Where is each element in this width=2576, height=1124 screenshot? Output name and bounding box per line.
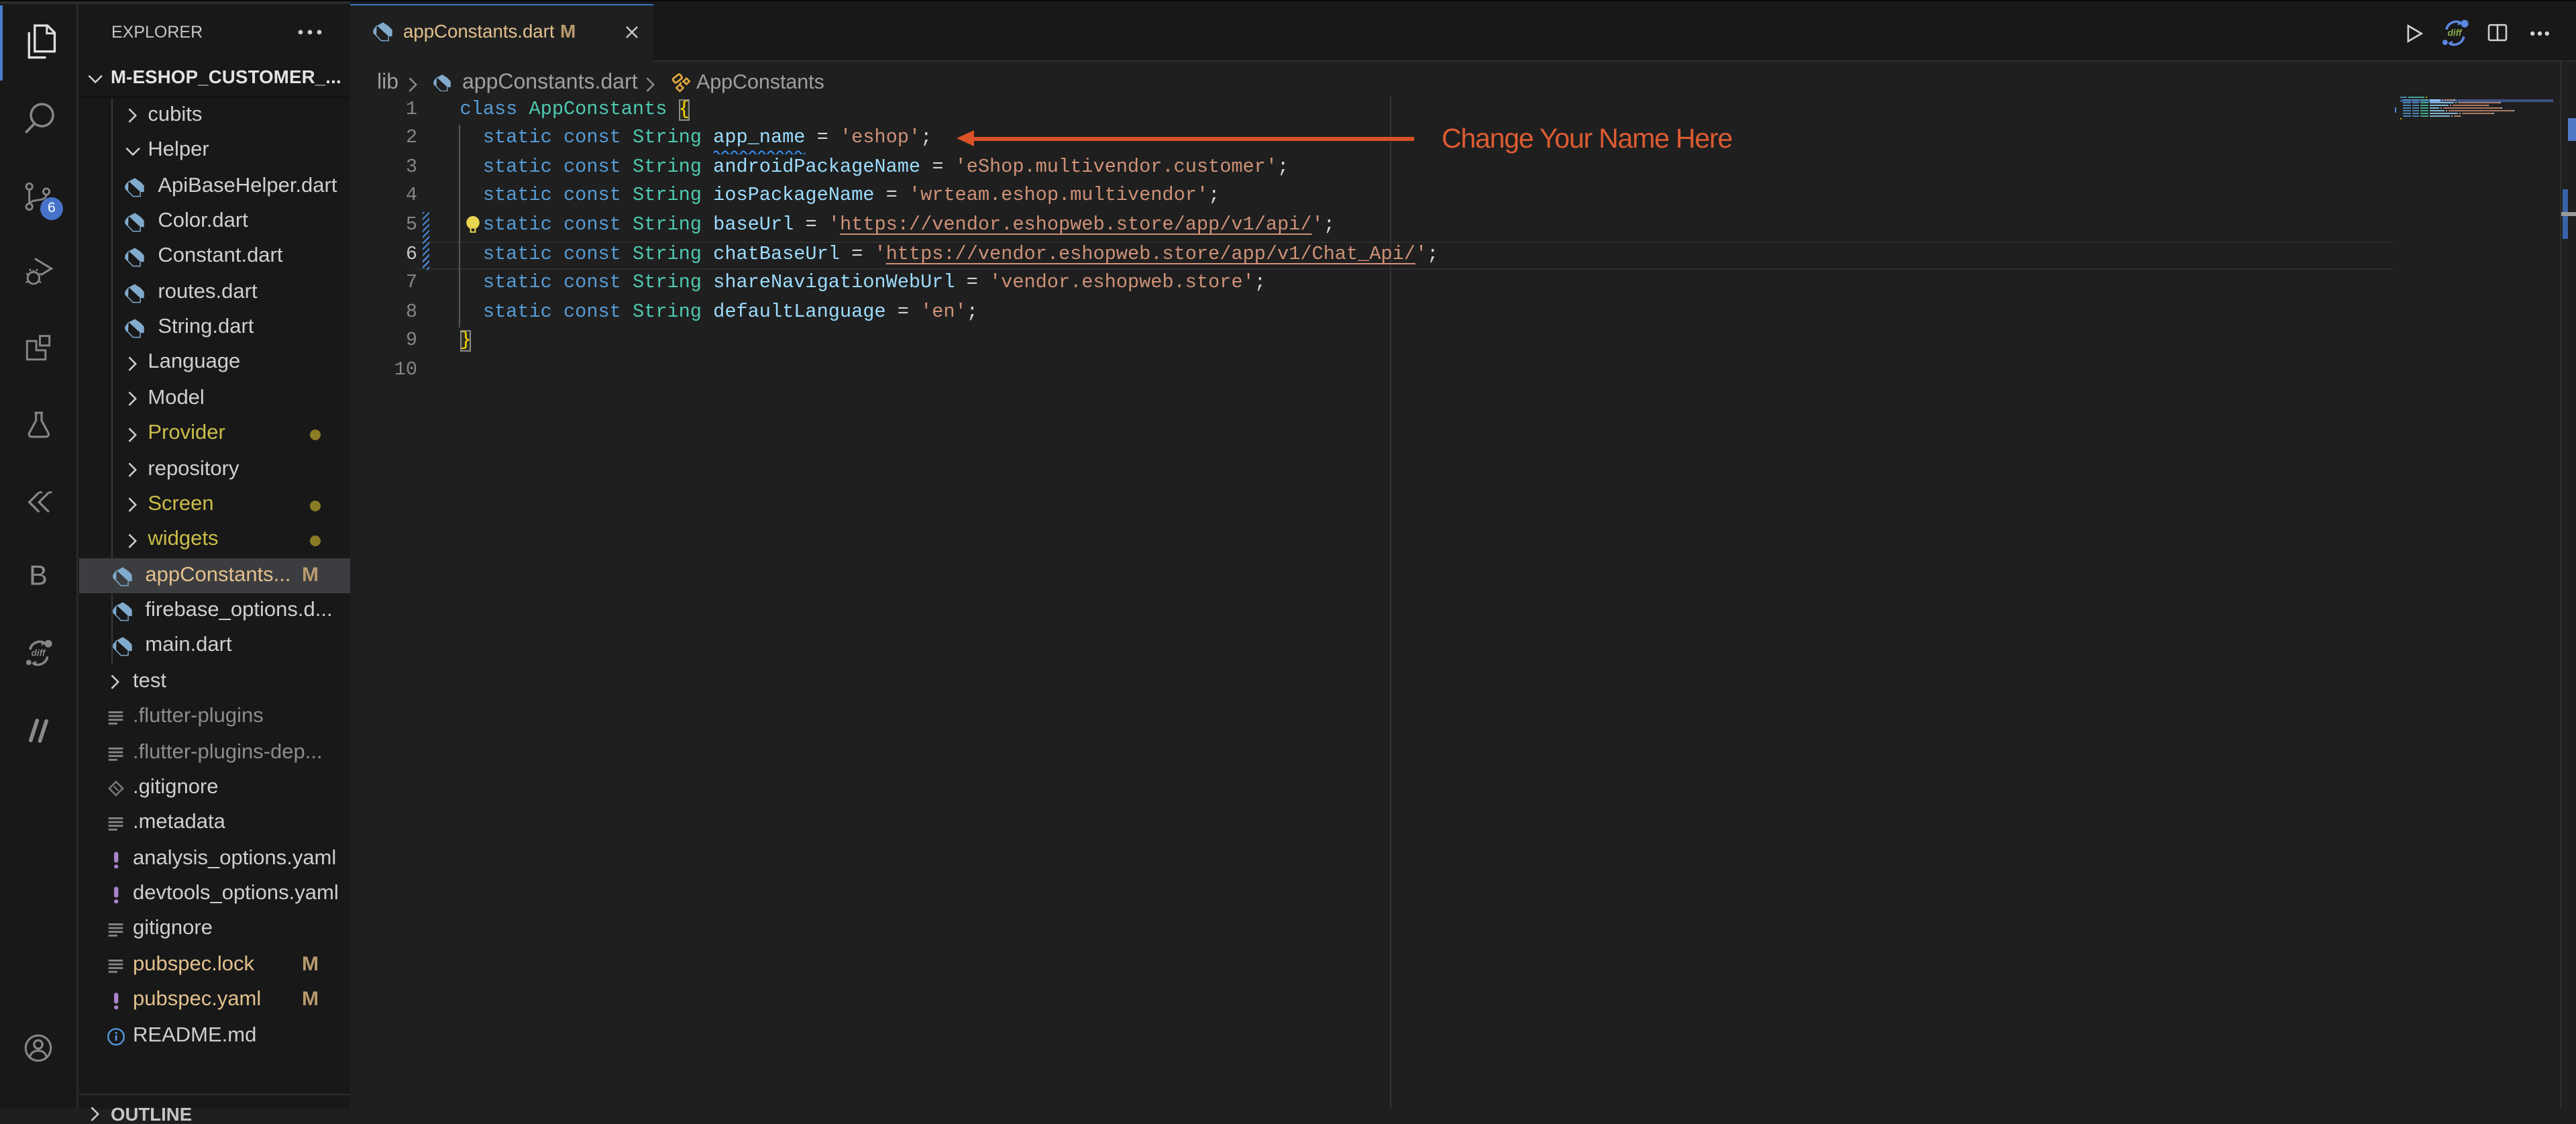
svg-text:diff: diff — [2448, 28, 2463, 38]
